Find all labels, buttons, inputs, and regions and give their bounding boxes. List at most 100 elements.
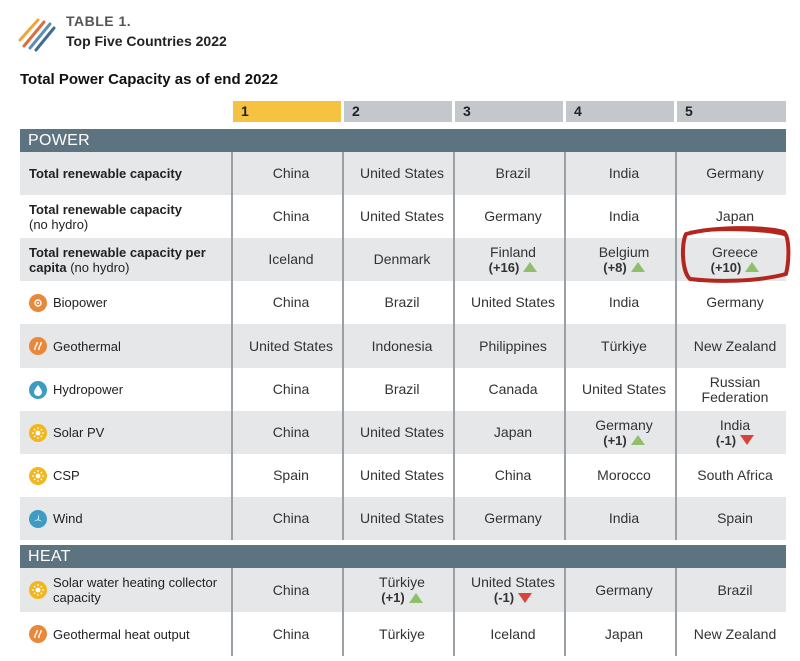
row-label-title: Total renewable capacity xyxy=(29,166,182,181)
country-name: Indonesia xyxy=(371,337,433,354)
row-label-text: Total renewable capacity (no hydro) xyxy=(29,202,182,232)
country-name: United States xyxy=(470,294,556,310)
column-divider xyxy=(231,152,233,540)
rank-1-cell: China xyxy=(236,368,346,411)
column-divider xyxy=(675,152,677,540)
country-name: India xyxy=(608,208,640,224)
rank-1-cell: China xyxy=(236,497,346,540)
rank-3-cell: United States (-1) xyxy=(458,568,568,612)
country-name: Russian Federation xyxy=(701,373,769,405)
rank-3-cell: Germany xyxy=(458,497,568,540)
row-label-title: Biopower xyxy=(53,295,108,310)
table-row: Geothermal heat output China Türkiye Icelan… xyxy=(20,612,786,656)
column-divider xyxy=(453,568,455,656)
rank-3-cell: Japan xyxy=(458,411,568,454)
rank-header-3: 3 xyxy=(455,101,563,122)
rank-2-cell: Türkiye xyxy=(347,612,457,656)
table-row: Biopower China Brazil United States India Ger… xyxy=(20,281,786,324)
row-label-text: Geothermal xyxy=(53,339,121,354)
csp-icon xyxy=(29,466,47,485)
country-name: United States xyxy=(359,424,445,440)
row-label-text: Solar PV xyxy=(53,425,104,440)
row-label-title: Geothermal heat output xyxy=(53,626,190,642)
country-name: United States xyxy=(470,574,556,590)
country-name: Canada xyxy=(488,381,538,397)
report-logo-icon xyxy=(18,18,56,52)
rank-3-cell: Germany xyxy=(458,195,568,238)
rank-change: (+16) xyxy=(489,260,538,275)
up-arrow-icon xyxy=(523,262,538,272)
rank-4-cell: Morocco xyxy=(569,454,679,497)
country-name: United States xyxy=(581,381,667,397)
column-divider xyxy=(453,152,455,540)
country-name: Japan xyxy=(715,208,755,224)
row-label-text: Solar water heating collector capacity xyxy=(53,575,232,605)
up-arrow-icon xyxy=(630,435,645,445)
row-label-title: Geothermal xyxy=(53,338,121,354)
row-label-title: CSP xyxy=(53,468,80,483)
rank-4-cell: Japan xyxy=(569,612,679,656)
rank-3-cell: Finland (+16) xyxy=(458,238,568,281)
country-name: India xyxy=(608,294,640,310)
rank-5-cell: New Zealand xyxy=(680,612,790,656)
rank-5-cell: Germany xyxy=(680,152,790,195)
rank-1-cell: China xyxy=(236,612,346,656)
up-arrow-icon xyxy=(408,592,423,603)
row-label-text: CSP xyxy=(53,468,80,483)
country-name: United States xyxy=(359,510,445,526)
biopower-icon xyxy=(29,293,47,312)
rank-2-cell: United States xyxy=(347,411,457,454)
down-arrow-icon xyxy=(740,435,755,445)
country-name: India xyxy=(608,165,640,181)
country-name: Finland xyxy=(490,243,536,260)
rank-5-cell: Russian Federation xyxy=(680,368,790,411)
rank-header-2: 2 xyxy=(344,101,452,122)
geothermal-icon xyxy=(29,337,47,355)
country-name: Denmark xyxy=(373,251,431,267)
rank-header-5: 5 xyxy=(677,101,786,122)
column-divider xyxy=(342,568,344,656)
rank-2-cell: United States xyxy=(347,497,457,540)
rank-1-cell: United States xyxy=(236,324,346,368)
column-divider xyxy=(564,568,566,656)
rank-1-cell: Spain xyxy=(236,454,346,497)
column-divider xyxy=(564,152,566,540)
row-label-text: Biopower xyxy=(53,295,107,310)
rank-header-1: 1 xyxy=(233,101,341,122)
country-name: United States xyxy=(248,337,334,354)
country-name: Philippines xyxy=(479,337,547,354)
hydropower-icon xyxy=(29,380,47,399)
country-name: United States xyxy=(359,208,445,224)
rank-5-cell: Germany xyxy=(680,281,790,324)
table-row: Wind China United States Germany India Spain xyxy=(20,497,786,540)
country-name: Türkiye xyxy=(379,574,425,590)
country-name: Japan xyxy=(604,625,644,642)
rank-change-value: (+1) xyxy=(603,432,627,448)
geothermal-heat-icon xyxy=(29,625,47,643)
row-label: Geothermal xyxy=(20,324,232,368)
rank-change: (+1) xyxy=(381,590,423,605)
table-label: TABLE 1. xyxy=(66,13,132,29)
solar-water-heating-icon xyxy=(29,581,47,599)
table-title: Top Five Countries 2022 xyxy=(66,33,227,49)
row-label: Total renewable capacity (no hydro) xyxy=(20,195,232,238)
country-name: China xyxy=(272,381,310,397)
country-name: New Zealand xyxy=(693,625,777,642)
row-label-text: Geothermal heat output xyxy=(53,627,190,642)
country-name: Brazil xyxy=(495,165,531,181)
row-label-title: Wind xyxy=(53,511,83,526)
row-label-text: Total renewable capacity per capita (no … xyxy=(29,245,232,275)
rank-2-cell: Indonesia xyxy=(347,324,457,368)
country-name: Germany xyxy=(484,208,542,224)
country-name: Germany xyxy=(706,294,764,310)
table-row: Solar water heating collector capacity Ch… xyxy=(20,568,786,612)
rank-1-cell: China xyxy=(236,152,346,195)
rank-5-cell: New Zealand xyxy=(680,324,790,368)
row-label-title: Total renewable capacity xyxy=(29,201,182,217)
rank-5-cell: South Africa xyxy=(680,454,790,497)
rank-2-cell: United States xyxy=(347,152,457,195)
column-divider xyxy=(675,568,677,656)
row-label: Biopower xyxy=(20,281,232,324)
table-row: Total renewable capacity per capita (no … xyxy=(20,238,786,281)
rank-5-cell: Spain xyxy=(680,497,790,540)
